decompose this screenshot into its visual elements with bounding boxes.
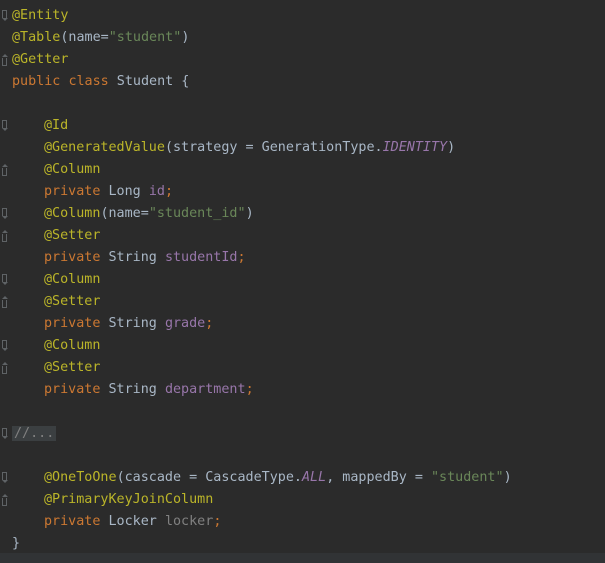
fold-start-icon[interactable]	[2, 208, 8, 219]
fold-end-icon[interactable]	[2, 164, 8, 176]
code-line[interactable]: @Id	[0, 115, 605, 137]
semicolon: ;	[237, 250, 246, 265]
code-line[interactable]: private String grade;	[0, 313, 605, 335]
annotation: @PrimaryKeyJoinColumn	[44, 492, 214, 507]
code-text: )	[245, 206, 254, 221]
fold-start-icon[interactable]	[2, 10, 8, 21]
code-text: String	[100, 316, 165, 331]
code-text: (strategy = GenerationType.	[164, 140, 383, 155]
annotation: @Id	[44, 118, 69, 133]
field-name: studentId	[164, 250, 238, 265]
fold-start-icon[interactable]	[2, 120, 8, 131]
code-text: String	[100, 250, 165, 265]
code-line[interactable]: @Column	[0, 159, 605, 181]
annotation: @GeneratedValue	[44, 140, 165, 155]
fold-start-icon[interactable]	[2, 472, 8, 483]
keyword: private	[44, 514, 101, 529]
string-literal: "student_id"	[148, 206, 246, 221]
code-text: , mappedBy =	[326, 470, 431, 485]
enum-constant: IDENTITY	[382, 140, 448, 155]
field-name: id	[148, 184, 165, 199]
code-text: Long	[100, 184, 149, 199]
annotation: @Entity	[12, 8, 69, 23]
code-line[interactable]: public class Student {	[0, 71, 605, 93]
code-line[interactable]: @Setter	[0, 225, 605, 247]
code-line[interactable]: private String department;	[0, 379, 605, 401]
fold-start-icon[interactable]	[2, 340, 8, 351]
string-literal: "student"	[108, 30, 182, 45]
code-text: (name=	[60, 30, 109, 45]
code-line[interactable]: @Setter	[0, 357, 605, 379]
editor-bottom-strip	[0, 553, 605, 563]
keyword: class	[68, 74, 109, 89]
annotation: @Setter	[44, 228, 101, 243]
code-line[interactable]: private String studentId;	[0, 247, 605, 269]
unused-field-name: locker	[164, 514, 214, 529]
fold-end-icon[interactable]	[2, 494, 8, 506]
enum-constant: ALL	[302, 470, 327, 485]
code-text: Locker	[100, 514, 165, 529]
annotation: @Setter	[44, 294, 101, 309]
fold-expand-icon[interactable]	[2, 428, 8, 439]
annotation: @Table	[12, 30, 61, 45]
code-line[interactable]: @Column	[0, 269, 605, 291]
fold-end-icon[interactable]	[2, 230, 8, 242]
code-line[interactable]: @Entity	[0, 5, 605, 27]
fold-end-icon[interactable]	[2, 296, 8, 308]
code-line[interactable]: @PrimaryKeyJoinColumn	[0, 489, 605, 511]
code-editor[interactable]: @Entity @Table(name="student") @Getter p…	[0, 0, 605, 563]
annotation: @OneToOne	[44, 470, 117, 485]
code-line[interactable]: //...	[0, 423, 605, 445]
field-name: department	[164, 382, 246, 397]
code-text: )	[503, 470, 512, 485]
code-line[interactable]: @Setter	[0, 291, 605, 313]
code-line[interactable]: }	[0, 533, 605, 555]
fold-end-icon[interactable]	[2, 54, 8, 66]
annotation: @Column	[44, 338, 101, 353]
code-line[interactable]: private Long id;	[0, 181, 605, 203]
folded-region[interactable]: //...	[12, 426, 57, 441]
semicolon: ;	[245, 382, 254, 397]
keyword: private	[44, 184, 101, 199]
semicolon: ;	[213, 514, 222, 529]
code-text: (cascade = CascadeType.	[116, 470, 302, 485]
string-literal: "student"	[431, 470, 504, 485]
code-text: )	[447, 140, 456, 155]
fold-end-icon[interactable]	[2, 362, 8, 374]
keyword: private	[44, 382, 101, 397]
code-line[interactable]: @OneToOne(cascade = CascadeType.ALL, map…	[0, 467, 605, 489]
keyword: public	[12, 74, 61, 89]
code-line[interactable]: @GeneratedValue(strategy = GenerationTyp…	[0, 137, 605, 159]
code-text: )	[181, 30, 190, 45]
semicolon: ;	[205, 316, 214, 331]
keyword: private	[44, 250, 101, 265]
field-name: grade	[164, 316, 206, 331]
code-line[interactable]: @Table(name="student")	[0, 27, 605, 49]
fold-start-icon[interactable]	[2, 274, 8, 285]
code-line[interactable]: @Getter	[0, 49, 605, 71]
semicolon: ;	[164, 184, 173, 199]
keyword: private	[44, 316, 101, 331]
annotation: @Column	[44, 272, 101, 287]
code-text: String	[100, 382, 165, 397]
code-line[interactable]: private Locker locker;	[0, 511, 605, 533]
closing-brace: }	[12, 536, 21, 551]
annotation: @Getter	[12, 52, 69, 67]
annotation: @Setter	[44, 360, 101, 375]
code-text: (name=	[100, 206, 149, 221]
annotation: @Column	[44, 206, 101, 221]
code-text: Student {	[108, 74, 190, 89]
code-line[interactable]: @Column	[0, 335, 605, 357]
annotation: @Column	[44, 162, 101, 177]
code-line[interactable]: @Column(name="student_id")	[0, 203, 605, 225]
